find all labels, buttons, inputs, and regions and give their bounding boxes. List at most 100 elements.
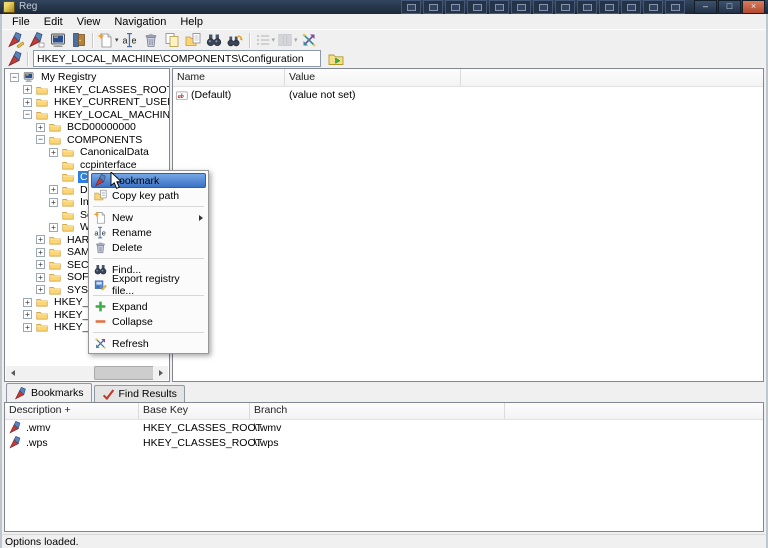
titlebar-tool-button[interactable] [489, 0, 509, 14]
tree-toggle-plus[interactable]: + [36, 260, 45, 270]
tab-label: Bookmarks [31, 387, 84, 399]
find-button[interactable] [204, 31, 225, 50]
titlebar-tool-button[interactable] [423, 0, 443, 14]
exit-button[interactable] [68, 31, 89, 50]
tree-toggle-plus[interactable]: + [23, 323, 32, 332]
tree-toggle-plus[interactable]: + [36, 273, 45, 282]
tree-toggle-plus[interactable]: + [23, 310, 32, 320]
columns-button[interactable]: ▾ [276, 31, 299, 50]
titlebar-tool-button[interactable] [533, 0, 553, 14]
delete-button[interactable] [141, 31, 162, 50]
refresh-button[interactable] [299, 31, 320, 50]
tab-bookmarks[interactable]: Bookmarks [6, 383, 92, 402]
column-header-branch[interactable]: Branch [250, 403, 505, 419]
context-menu-bookmark[interactable]: Bookmark [91, 173, 206, 188]
titlebar-tool-button[interactable] [467, 0, 487, 14]
tree-toggle-plus[interactable]: + [23, 298, 32, 307]
titlebar-tool-button[interactable] [577, 0, 597, 14]
menu-edit[interactable]: Edit [37, 16, 70, 28]
rename-button[interactable]: ae [120, 31, 141, 50]
tree-item-components[interactable]: − COMPONENTS [6, 134, 168, 147]
scroll-left-arrow[interactable] [6, 366, 21, 380]
tree-item-hkey-classes-root[interactable]: + HKEY_CLASSES_ROOT [6, 84, 169, 97]
tree-toggle-minus[interactable]: − [10, 73, 19, 82]
menu-navigation[interactable]: Navigation [107, 16, 173, 28]
column-header-description[interactable]: Description + [5, 403, 139, 419]
tree-toggle-plus[interactable]: + [36, 235, 45, 245]
collapse-icon [94, 315, 107, 328]
tree-toggle-plus[interactable]: + [36, 123, 45, 132]
tree-item-hkey-local-machine[interactable]: − HKEY_LOCAL_MACHINE [6, 109, 169, 122]
edit-bookmarks-button[interactable] [26, 31, 47, 50]
tree-toggle-plus[interactable]: + [23, 98, 32, 107]
titlebar-tool-button[interactable] [599, 0, 619, 14]
tree-toggle-plus[interactable]: + [49, 148, 58, 157]
folder-icon [48, 134, 62, 146]
tree-toggle-minus[interactable]: − [23, 110, 32, 120]
context-menu-new[interactable]: New [91, 210, 206, 225]
bookmarks-rows: .wmv HKEY_CLASSES_ROOT \.wmv .wps HKEY_CLASS… [5, 420, 763, 450]
tree-toggle-plus[interactable]: + [49, 185, 58, 195]
column-header-filler [505, 403, 763, 419]
tree-item-bcd00000000[interactable]: + BCD00000000 [6, 121, 168, 134]
tree-toggle-plus[interactable]: + [36, 285, 45, 295]
tree-item-hkey-current-user[interactable]: + HKEY_CURRENT_USER [6, 96, 169, 109]
context-menu-copy-key-path[interactable]: Copy key path [91, 188, 206, 203]
context-menu-rename[interactable]: a e Rename [91, 225, 206, 240]
tree-toggle-plus[interactable]: + [49, 198, 58, 207]
folder-icon [61, 159, 75, 171]
titlebar-tool-button[interactable] [401, 0, 421, 14]
tree-horizontal-scrollbar[interactable] [6, 366, 168, 380]
context-menu-delete[interactable]: Delete [91, 240, 206, 255]
copy-path-button[interactable] [183, 31, 204, 50]
dart-icon [7, 50, 23, 67]
menu-file[interactable]: File [5, 16, 37, 28]
column-header-value[interactable]: Value [285, 69, 461, 86]
tree-item-my-registry[interactable]: − My Registry [6, 71, 168, 84]
bookmark-row[interactable]: .wmv HKEY_CLASSES_ROOT \.wmv [5, 420, 763, 435]
titlebar-tool-button[interactable] [665, 0, 685, 14]
menu-help[interactable]: Help [173, 16, 210, 28]
context-menu-export-registry-file[interactable]: Export registry file... [91, 273, 206, 297]
context-menu-refresh[interactable]: Refresh [91, 336, 206, 351]
titlebar-tool-button[interactable] [555, 0, 575, 14]
tab-label: Find Results [118, 388, 177, 400]
find-next-button[interactable] [225, 31, 246, 50]
bottom-tabs: Bookmarks Find Results [4, 383, 764, 402]
bookmark-description: .wmv [26, 421, 51, 434]
close-button[interactable]: × [742, 0, 765, 14]
registry-window-button[interactable] [47, 31, 68, 50]
tree-toggle-minus[interactable]: − [36, 135, 45, 145]
folder-icon [35, 96, 49, 108]
values-header: Name Value [173, 69, 763, 87]
tree-toggle-plus[interactable]: + [36, 248, 45, 257]
add-bookmark-button[interactable] [5, 31, 26, 50]
titlebar-tool-button[interactable] [511, 0, 531, 14]
bookmark-row[interactable]: .wps HKEY_CLASSES_ROOT \.wps [5, 435, 763, 450]
minimize-button[interactable]: – [694, 0, 717, 14]
close-icon: × [750, 1, 757, 11]
key-path-input[interactable] [33, 50, 321, 67]
tab-find-results[interactable]: Find Results [93, 385, 185, 402]
go-button[interactable] [325, 49, 347, 68]
list-style-button[interactable]: ▾ [254, 31, 277, 50]
refresh-icon [301, 32, 317, 48]
maximize-button[interactable]: □ [718, 0, 741, 14]
column-header-name[interactable]: Name [173, 69, 285, 86]
context-menu-collapse[interactable]: Collapse [91, 314, 206, 329]
tree-toggle-plus[interactable]: + [49, 223, 58, 232]
scroll-right-arrow[interactable] [153, 366, 168, 380]
tree-toggle-plus[interactable]: + [23, 85, 32, 95]
value-row[interactable]: ab (Default) (value not set) [173, 87, 763, 103]
titlebar-tool-button[interactable] [621, 0, 641, 14]
titlebar-tool-button[interactable] [643, 0, 663, 14]
copy-button[interactable] [162, 31, 183, 50]
column-header-base-key[interactable]: Base Key [139, 403, 250, 419]
tree-item-canonicaldata[interactable]: + CanonicalData [6, 146, 168, 159]
list-style-icon [255, 32, 271, 48]
folder-icon [35, 296, 49, 308]
menu-view[interactable]: View [70, 16, 108, 28]
titlebar-tool-button[interactable] [445, 0, 465, 14]
context-menu-expand[interactable]: Expand [91, 299, 206, 314]
new-key-button[interactable]: ▾ [97, 31, 120, 50]
